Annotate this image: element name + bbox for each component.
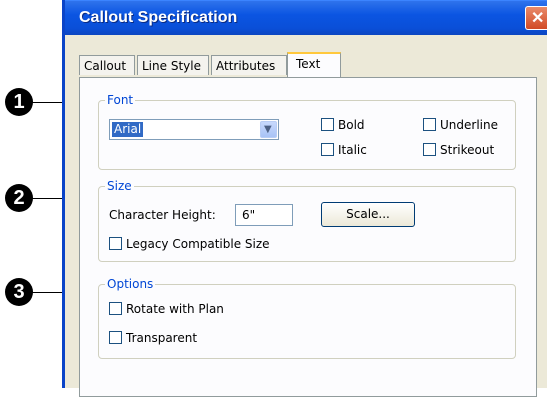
tab-attributes[interactable]: Attributes — [211, 55, 287, 75]
underline-label: Underline — [440, 118, 498, 132]
chevron-down-icon: ▼ — [264, 124, 272, 135]
scale-button[interactable]: Scale... — [321, 202, 415, 227]
font-dropdown[interactable]: Arial ▼ — [109, 119, 279, 140]
dialog-title: Callout Specification — [79, 9, 238, 26]
callout-marker-1: 1 — [5, 88, 33, 116]
character-height-label: Character Height: — [109, 208, 216, 222]
bold-checkbox[interactable] — [321, 118, 334, 131]
options-group-legend: Options — [105, 277, 156, 291]
legacy-size-label: Legacy Compatible Size — [126, 237, 270, 251]
tab-panel-text: Font Arial ▼ Bold Underline Italic Strik… — [79, 77, 537, 397]
bold-label: Bold — [338, 118, 365, 132]
transparent-checkbox[interactable] — [109, 331, 122, 344]
close-button[interactable]: ✕ — [525, 6, 547, 30]
size-group: Size Character Height: 6" Scale... Legac… — [98, 179, 516, 262]
callout-marker-2: 2 — [5, 184, 33, 212]
transparent-label: Transparent — [126, 331, 198, 345]
underline-checkbox[interactable] — [423, 118, 436, 131]
font-dropdown-button[interactable]: ▼ — [260, 121, 277, 138]
rotate-with-plan-checkbox[interactable] — [109, 302, 122, 315]
font-dropdown-value: Arial — [112, 122, 144, 137]
legacy-size-checkbox[interactable] — [109, 237, 122, 250]
italic-label: Italic — [338, 143, 367, 157]
strikeout-label: Strikeout — [440, 143, 495, 157]
strikeout-checkbox[interactable] — [423, 143, 436, 156]
size-group-legend: Size — [105, 179, 134, 193]
font-group: Font Arial ▼ Bold Underline Italic Strik… — [98, 93, 516, 170]
callout-marker-3: 3 — [5, 278, 33, 306]
character-height-input[interactable]: 6" — [235, 204, 293, 226]
tab-line-style[interactable]: Line Style — [137, 55, 209, 75]
dialog-window: Callout Specification ✕ Callout Line Sty… — [62, 0, 547, 397]
font-group-legend: Font — [105, 93, 136, 107]
tab-callout[interactable]: Callout — [79, 55, 135, 75]
title-bar[interactable]: Callout Specification ✕ — [65, 0, 547, 35]
tab-text[interactable]: Text — [287, 52, 341, 77]
italic-checkbox[interactable] — [321, 143, 334, 156]
rotate-with-plan-label: Rotate with Plan — [126, 302, 224, 316]
close-icon: ✕ — [531, 10, 545, 27]
options-group: Options Rotate with Plan Transparent — [98, 277, 516, 359]
